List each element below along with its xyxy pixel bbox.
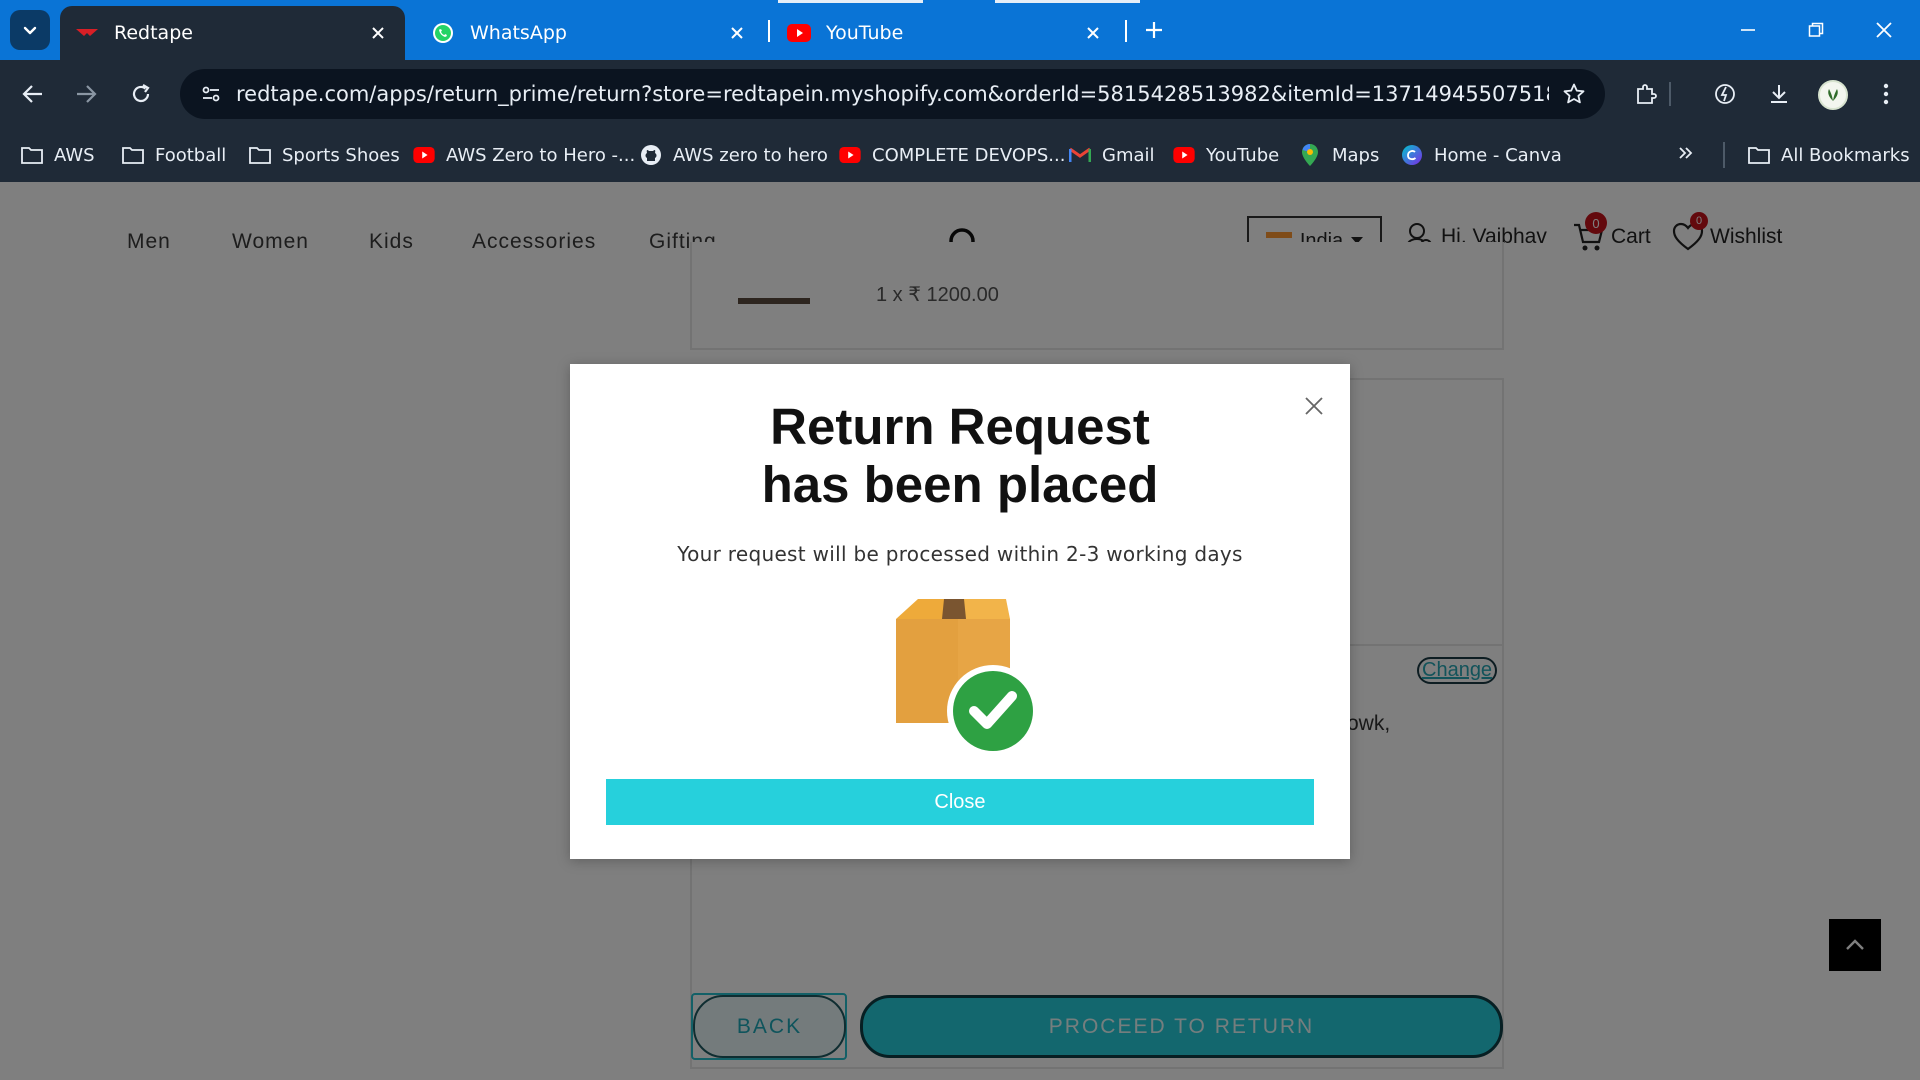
canva-icon [1400,143,1424,167]
tab-title: Redtape [114,22,193,44]
modal-subtitle: Your request will be processed within 2-… [677,542,1243,566]
bookmark-label: Maps [1332,144,1380,166]
tab-separator [768,20,770,42]
bookmark-canva[interactable]: Home - Canva [1400,140,1562,170]
maps-icon [1298,143,1322,167]
site-info-icon[interactable] [186,69,236,119]
download-icon [1771,85,1787,103]
chevron-down-icon [23,26,37,35]
kebab-menu-icon [1883,83,1889,105]
tab-redtape[interactable]: Redtape [60,6,405,60]
bookmark-aws[interactable]: AWS [20,140,95,170]
bookmark-label: AWS Zero to Hero -... [446,144,636,166]
bookmark-aws-zero-to-hero-github[interactable]: AWS zero to hero [639,140,828,170]
bookmark-label: Football [155,144,227,166]
restore-icon [1808,22,1824,37]
modal-title: Return Request has been placed [570,398,1350,514]
bookmark-label: AWS [54,144,95,166]
modal-close-button[interactable]: Close [606,779,1314,825]
gauge-icon [1715,84,1735,104]
page-content: Men Women Kids Accessories Gifting India… [0,182,1920,1080]
bookmark-aws-zero-to-hero-youtube[interactable]: AWS Zero to Hero -... [412,140,635,170]
close-window-button[interactable] [1864,12,1904,48]
bookmark-star-icon[interactable] [1549,69,1599,119]
bookmarks-separator [1723,142,1725,168]
double-chevron-right-icon [1678,145,1694,166]
tab-title: WhatsApp [470,22,567,44]
url-text[interactable]: redtape.com/apps/return_prime/return?sto… [236,82,1549,106]
close-tab-icon[interactable] [1080,20,1106,46]
modal-title-line-1: Return Request [770,398,1150,455]
new-tab-button[interactable] [1138,14,1170,46]
forward-nav-button[interactable] [66,74,106,114]
close-icon [1876,22,1892,38]
browser-tab-strip: Redtape WhatsApp YouTube [0,0,1920,60]
puzzle-icon [1637,84,1657,104]
reload-icon [132,84,150,103]
downloads-button[interactable] [1759,74,1799,114]
youtube-icon [838,143,862,167]
reload-button[interactable] [121,74,161,114]
bookmark-label: YouTube [1206,144,1280,166]
extensions-button[interactable] [1626,74,1666,114]
browser-toolbar: redtape.com/apps/return_prime/return?sto… [0,60,1920,128]
bookmark-youtube[interactable]: YouTube [1172,140,1279,170]
all-bookmarks-button[interactable]: All Bookmarks [1747,140,1910,170]
tab-title: YouTube [826,22,904,44]
toolbar-separator [1666,74,1674,114]
bookmarks-bar: AWS Football Sports Shoes AWS Zero to He… [0,128,1920,182]
bookmark-maps[interactable]: Maps [1298,140,1379,170]
youtube-icon [786,20,812,46]
minimize-button[interactable] [1728,12,1768,48]
bookmark-label: All Bookmarks [1781,144,1910,166]
arrow-left-icon [22,85,42,103]
performance-button[interactable] [1705,74,1745,114]
plus-icon [1146,22,1162,38]
tab-whatsapp[interactable]: WhatsApp [416,6,764,60]
close-tab-icon[interactable] [724,20,750,46]
bookmark-label: Sports Shoes [282,144,400,166]
minimize-icon [1741,29,1755,31]
redtape-favicon-icon [74,20,100,46]
modal-title-line-2: has been placed [761,456,1159,513]
tab-indicator [778,0,923,3]
bookmark-label: AWS zero to hero [673,144,828,166]
github-icon [639,143,663,167]
back-nav-button[interactable] [13,74,53,114]
more-bookmarks-button[interactable] [1678,140,1694,170]
package-check-icon [896,599,1039,757]
restore-button[interactable] [1796,12,1836,48]
tab-youtube[interactable]: YouTube [772,6,1120,60]
close-tab-icon[interactable] [365,20,391,46]
bookmark-complete-devops[interactable]: COMPLETE DEVOPS... [838,140,1065,170]
whatsapp-icon [430,20,456,46]
plant-avatar-icon [1828,89,1838,101]
bookmark-label: Home - Canva [1434,144,1562,166]
folder-icon [1747,143,1771,167]
tab-search-button[interactable] [10,10,50,50]
bookmark-football[interactable]: Football [121,140,226,170]
address-bar[interactable]: redtape.com/apps/return_prime/return?sto… [180,69,1605,119]
bookmark-label: COMPLETE DEVOPS... [872,144,1066,166]
tab-separator [1125,20,1127,42]
bookmark-gmail[interactable]: Gmail [1068,140,1155,170]
youtube-icon [412,143,436,167]
folder-icon [20,143,44,167]
arrow-right-icon [77,85,97,103]
return-confirmation-modal: Return Request has been placed Your requ… [570,364,1350,859]
profile-avatar[interactable] [1818,80,1848,110]
folder-icon [121,143,145,167]
folder-icon [248,143,272,167]
gmail-icon [1068,143,1092,167]
bookmark-label: Gmail [1102,144,1155,166]
bookmark-sports-shoes[interactable]: Sports Shoes [248,140,400,170]
menu-button[interactable] [1866,74,1906,114]
youtube-icon [1172,143,1196,167]
tab-indicator [995,0,1140,3]
